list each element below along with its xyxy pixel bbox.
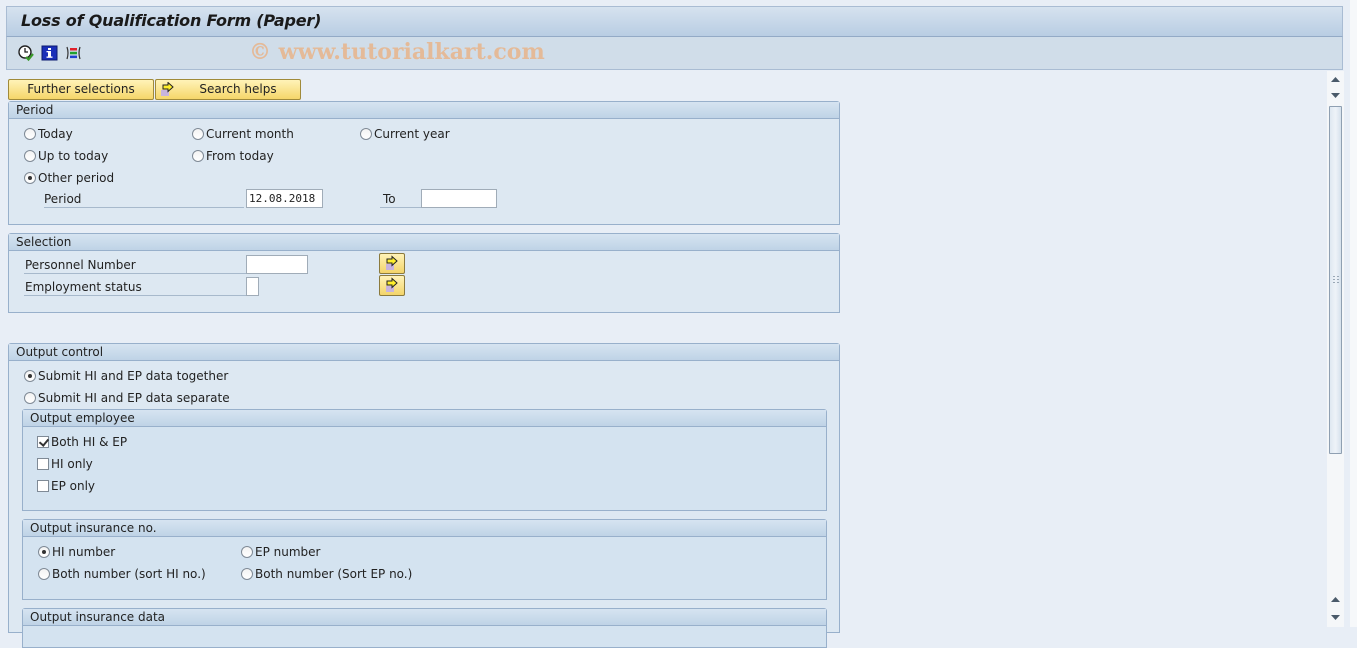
- title-bar: Loss of Qualification Form (Paper): [6, 6, 1343, 37]
- output-insurance-no-group: Output insurance no. HI number EP number…: [22, 519, 827, 600]
- search-helps-button[interactable]: Search helps: [155, 79, 301, 100]
- scroll-up-button[interactable]: [1328, 73, 1343, 87]
- vertical-scrollbar[interactable]: [1327, 71, 1344, 627]
- radio-from-today[interactable]: From today: [192, 148, 274, 164]
- checkbox-label: Both HI & EP: [51, 435, 128, 449]
- radio-submit-together[interactable]: Submit HI and EP data together: [24, 368, 228, 384]
- selection-screen-icon[interactable]: [65, 44, 83, 62]
- radio-button[interactable]: [24, 150, 36, 162]
- personnel-number-label: Personnel Number: [24, 256, 246, 274]
- checkbox-checked[interactable]: [37, 436, 49, 448]
- output-control-group-title: Output control: [9, 344, 839, 361]
- output-insurance-data-group: Output insurance data: [22, 608, 827, 648]
- radio-current-month[interactable]: Current month: [192, 126, 294, 142]
- application-toolbar: © www.tutorialkart.com: [6, 37, 1343, 70]
- further-selections-button[interactable]: Further selections: [8, 79, 154, 100]
- radio-label: HI number: [52, 545, 116, 559]
- checkbox-label: EP only: [51, 479, 96, 493]
- employment-status-multiple-selection-button[interactable]: [379, 275, 405, 296]
- scroll-thumb[interactable]: [1329, 106, 1342, 454]
- search-helps-label: Search helps: [199, 82, 277, 96]
- period-from-input[interactable]: 12.08.2018: [246, 189, 323, 208]
- radio-current-year[interactable]: Current year: [360, 126, 450, 142]
- further-selections-label: Further selections: [27, 82, 135, 96]
- radio-label: Up to today: [38, 149, 109, 163]
- period-to-input[interactable]: [421, 189, 497, 208]
- radio-label: From today: [206, 149, 274, 163]
- checkbox[interactable]: [37, 480, 49, 492]
- arrow-right-icon: [386, 277, 398, 292]
- personnel-number-input[interactable]: [246, 255, 308, 274]
- radio-ep-number[interactable]: EP number: [241, 544, 320, 560]
- radio-label: Submit HI and EP data together: [38, 369, 229, 383]
- triangle-up-icon: [1331, 597, 1340, 602]
- radio-button[interactable]: [241, 568, 253, 580]
- period-group-title: Period: [9, 102, 839, 119]
- radio-label: Both number (sort HI no.): [52, 567, 206, 581]
- radio-button-selected[interactable]: [24, 172, 36, 184]
- page-title: Loss of Qualification Form (Paper): [21, 11, 322, 30]
- radio-label: EP number: [255, 545, 321, 559]
- selection-group: Selection Personnel Number Employment st…: [8, 233, 840, 313]
- checkbox-hi-only[interactable]: HI only: [37, 456, 93, 472]
- radio-button[interactable]: [192, 150, 204, 162]
- radio-label: Other period: [38, 171, 115, 185]
- radio-button[interactable]: [24, 392, 36, 404]
- scroll-down-button[interactable]: [1328, 88, 1343, 102]
- radio-both-sort-hi[interactable]: Both number (sort HI no.): [38, 566, 206, 582]
- radio-submit-separate[interactable]: Submit HI and EP data separate: [24, 390, 230, 406]
- radio-button[interactable]: [38, 568, 50, 580]
- radio-hi-number[interactable]: HI number: [38, 544, 115, 560]
- information-icon[interactable]: [41, 44, 59, 62]
- output-employee-group: Output employee Both HI & EP HI only EP …: [22, 409, 827, 511]
- radio-label: Today: [38, 127, 73, 141]
- period-to-label: To: [380, 190, 422, 208]
- triangle-down-icon: [1331, 615, 1340, 620]
- triangle-up-icon: [1331, 77, 1340, 82]
- radio-label: Submit HI and EP data separate: [38, 391, 230, 405]
- period-group: Period Today Current month Current year …: [8, 101, 840, 225]
- checkbox-both-hi-ep[interactable]: Both HI & EP: [37, 434, 127, 450]
- employment-status-label: Employment status: [24, 278, 246, 296]
- checkbox-label: HI only: [51, 457, 93, 471]
- grip-icon: [1333, 276, 1339, 283]
- radio-label: Current month: [206, 127, 294, 141]
- scroll-page-down-button[interactable]: [1328, 610, 1343, 624]
- personnel-number-multiple-selection-button[interactable]: [379, 253, 405, 274]
- arrow-right-icon: [160, 81, 176, 103]
- output-control-group: Output control Submit HI and EP data tog…: [8, 343, 840, 648]
- triangle-down-icon: [1331, 93, 1340, 98]
- radio-button[interactable]: [24, 128, 36, 140]
- radio-button[interactable]: [360, 128, 372, 140]
- watermark-text: © www.tutorialkart.com: [249, 39, 545, 65]
- output-insurance-data-title: Output insurance data: [23, 609, 826, 626]
- scroll-page-up-button[interactable]: [1328, 593, 1343, 607]
- radio-today[interactable]: Today: [24, 126, 73, 142]
- checkbox[interactable]: [37, 458, 49, 470]
- radio-button[interactable]: [241, 546, 253, 558]
- radio-other-period[interactable]: Other period: [24, 170, 114, 186]
- arrow-right-icon: [386, 255, 398, 270]
- radio-both-sort-ep[interactable]: Both number (Sort EP no.): [241, 566, 412, 582]
- radio-label: Current year: [374, 127, 450, 141]
- output-insurance-no-title: Output insurance no.: [23, 520, 826, 537]
- window-frame-edge: [1350, 0, 1357, 627]
- employment-status-input[interactable]: [246, 277, 259, 296]
- radio-label: Both number (Sort EP no.): [255, 567, 413, 581]
- output-employee-title: Output employee: [23, 410, 826, 427]
- radio-up-to-today[interactable]: Up to today: [24, 148, 108, 164]
- radio-button-selected[interactable]: [24, 370, 36, 382]
- radio-button[interactable]: [192, 128, 204, 140]
- checkbox-ep-only[interactable]: EP only: [37, 478, 95, 494]
- radio-button-selected[interactable]: [38, 546, 50, 558]
- selection-group-title: Selection: [9, 234, 839, 251]
- period-from-label: Period: [44, 190, 244, 208]
- execute-clock-icon[interactable]: [17, 44, 35, 62]
